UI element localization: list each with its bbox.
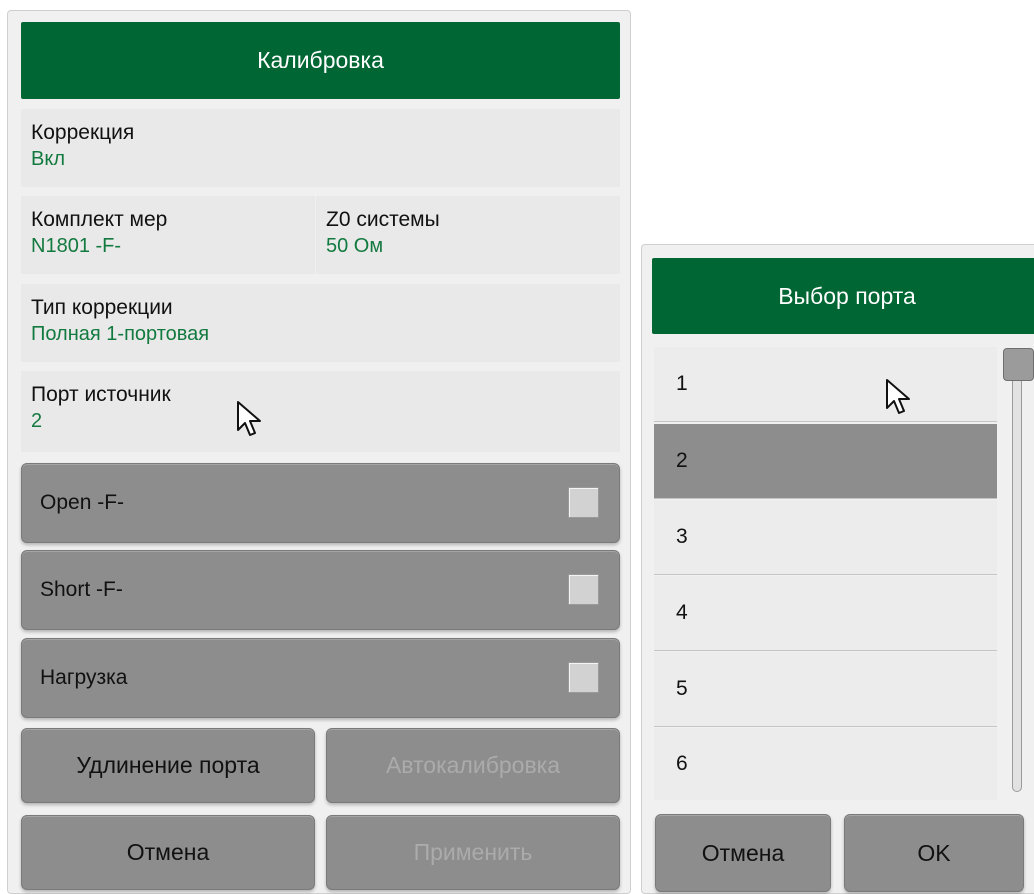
source-port-value: 2	[31, 410, 43, 432]
cal-kit-field[interactable]: Комплект мер N1801 -F-	[21, 196, 315, 274]
correction-value: Вкл	[31, 148, 65, 170]
source-port-label: Порт источник	[31, 383, 171, 406]
scrollbar-track[interactable]	[1012, 360, 1022, 792]
autocal-button[interactable]: Автокалибровка	[326, 728, 620, 803]
list-item-selected[interactable]: 2	[654, 424, 997, 499]
list-item[interactable]: 3	[654, 500, 997, 575]
cal-kit-value: N1801 -F-	[31, 235, 122, 257]
checkbox-icon	[568, 574, 599, 605]
port-cancel-button[interactable]: Отмена	[655, 814, 831, 892]
calibration-cancel-label: Отмена	[126, 839, 210, 865]
ok-label: OK	[917, 839, 951, 866]
list-item[interactable]: 4	[654, 576, 997, 651]
port-item-label: 4	[676, 601, 688, 624]
autocal-label: Автокалибровка	[385, 752, 561, 778]
ok-button[interactable]: OK	[844, 814, 1024, 892]
scrollbar-thumb[interactable]	[1003, 348, 1034, 381]
short-measure-label: Short -F-	[40, 578, 123, 601]
z0-field[interactable]: Z0 системы 50 Ом	[316, 196, 620, 274]
correction-type-field[interactable]: Тип коррекции Полная 1-портовая	[21, 284, 620, 362]
port-select-title: Выбор порта	[778, 282, 916, 309]
source-port-field[interactable]: Порт источник 2	[21, 371, 620, 452]
checkbox-icon	[568, 487, 599, 518]
port-item-label: 5	[676, 677, 688, 700]
z0-value: 50 Ом	[326, 235, 384, 257]
port-select-header: Выбор порта	[652, 258, 1034, 334]
port-item-label: 6	[676, 752, 688, 775]
port-cancel-label: Отмена	[701, 839, 785, 866]
load-measure-button[interactable]: Нагрузка	[21, 638, 620, 718]
mouse-pointer-icon	[886, 379, 910, 414]
calibration-header: Калибровка	[21, 22, 620, 99]
cal-kit-label: Комплект мер	[31, 208, 168, 231]
list-item[interactable]: 6	[654, 728, 997, 800]
z0-label: Z0 системы	[326, 208, 440, 231]
apply-label: Применить	[413, 839, 533, 865]
port-item-label: 2	[676, 449, 688, 472]
checkbox-icon	[568, 662, 599, 693]
correction-label: Коррекция	[31, 121, 135, 144]
load-measure-label: Нагрузка	[40, 666, 128, 689]
correction-type-label: Тип коррекции	[31, 296, 173, 319]
open-measure-label: Open -F-	[40, 491, 125, 514]
open-measure-button[interactable]: Open -F-	[21, 463, 620, 543]
calibration-title: Калибровка	[257, 47, 384, 73]
port-item-label: 3	[676, 525, 688, 548]
correction-type-value: Полная 1-портовая	[31, 323, 210, 345]
port-item-label: 1	[676, 372, 688, 395]
apply-button[interactable]: Применить	[326, 815, 620, 890]
list-item[interactable]: 5	[654, 652, 997, 727]
mouse-pointer-icon	[237, 401, 261, 436]
short-measure-button[interactable]: Short -F-	[21, 550, 620, 630]
list-item[interactable]: 1	[654, 347, 997, 422]
port-extension-label: Удлинение порта	[76, 752, 260, 778]
port-extension-button[interactable]: Удлинение порта	[21, 728, 315, 803]
correction-field[interactable]: Коррекция Вкл	[21, 109, 620, 187]
calibration-cancel-button[interactable]: Отмена	[21, 815, 315, 890]
